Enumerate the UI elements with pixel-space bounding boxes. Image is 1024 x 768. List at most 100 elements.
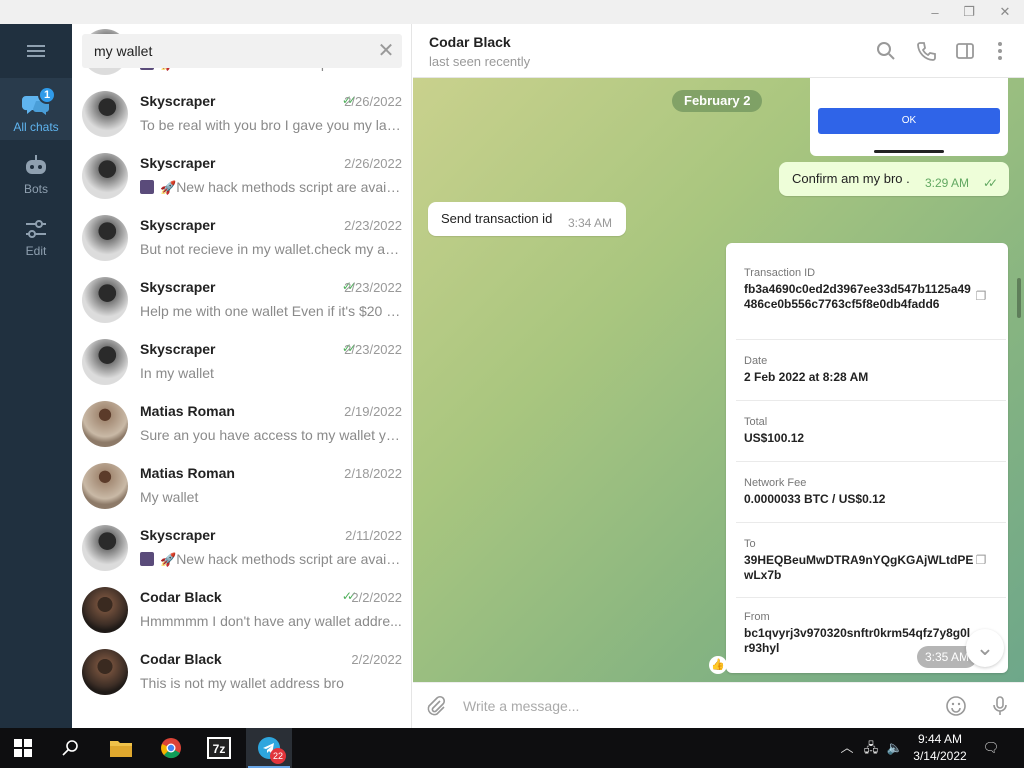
folder-all-chats[interactable]: 1 All chats xyxy=(0,78,72,140)
close-icon[interactable]: ✕ xyxy=(376,41,396,61)
avatar xyxy=(82,215,128,261)
message-area[interactable]: OK February 2 Confirm am my bro . 3:29 A… xyxy=(413,78,1024,682)
chrome-icon xyxy=(161,738,181,759)
chat-preview: This is not my wallet address bro xyxy=(140,675,402,691)
chat-list-item[interactable]: Skyscraper ✓✓ 2/26/2022 To be real with you… xyxy=(72,83,411,145)
restore-button[interactable]: ❐ xyxy=(952,0,986,24)
date-section: Date 2 Feb 2022 at 8:28 AM xyxy=(744,355,974,385)
transaction-id-value: fb3a4690c0ed2d3967ee33d547b1125a49486ce0… xyxy=(744,282,971,311)
chat-list-item[interactable]: Codar Black 2/2/2022 This is not my wallet… xyxy=(72,641,411,703)
chevron-up-icon[interactable]: ︿ xyxy=(838,738,856,758)
to-section: To 39HEQBeuMwDTRA9nYQgKGAjWLtdPEwLx7b xyxy=(744,538,974,583)
7zip-icon: 7z xyxy=(207,737,231,759)
minimize-button[interactable]: – xyxy=(918,0,952,24)
field-label: To xyxy=(744,538,756,550)
phone-icon[interactable] xyxy=(915,40,937,62)
taskbar-telegram[interactable]: 22 xyxy=(246,728,292,768)
to-address-value: 39HEQBeuMwDTRA9nYQgKGAjWLtdPEwLx7b xyxy=(744,553,974,582)
divider xyxy=(736,597,1006,598)
chat-preview-text: My wallet xyxy=(140,489,199,505)
chat-name: Skyscraper xyxy=(140,341,216,357)
emoji-icon[interactable] xyxy=(945,695,967,717)
scroll-down-button[interactable]: ⌄ xyxy=(966,629,1004,667)
chat-status: last seen recently xyxy=(429,54,531,69)
chat-list-item[interactable]: Skyscraper ✓✓ 2/23/2022 Help me with one wa… xyxy=(72,269,411,331)
folder-bots[interactable]: Bots xyxy=(0,140,72,202)
close-window-button[interactable]: ✕ xyxy=(988,0,1022,24)
rocket-icon: 🚀 xyxy=(160,552,177,567)
chat-date: 2/11/2022 xyxy=(345,528,402,543)
screenshot-image[interactable]: OK xyxy=(810,78,1008,156)
field-label: Total xyxy=(744,416,768,428)
chat-preview: Help me with one wallet Even if it's $20… xyxy=(140,303,402,319)
hamburger-icon xyxy=(27,45,45,57)
chat-name: Codar Black xyxy=(140,589,222,605)
chat-list-item[interactable]: Matias Roman 2/19/2022 Sure an you have ac… xyxy=(72,393,411,455)
message-time: 3:34 AM xyxy=(568,216,613,230)
outgoing-message[interactable]: Confirm am my bro . 3:29 AM ✓✓ xyxy=(779,162,1009,196)
divider xyxy=(736,339,1006,340)
chat-preview: 🚀New hack methods script are availa... xyxy=(140,179,402,196)
taskbar-7zip[interactable]: 7z xyxy=(196,728,242,768)
taskbar-file-explorer[interactable] xyxy=(98,728,144,768)
chat-preview-text: New hack methods script are availa... xyxy=(176,551,402,567)
chat-date: 2/18/2022 xyxy=(344,466,402,481)
incoming-message[interactable]: Send transaction id 3:34 AM xyxy=(428,202,626,236)
taskbar-search-button[interactable] xyxy=(48,728,94,768)
date-separator: February 2 xyxy=(672,90,763,112)
chat-list-item[interactable]: Skyscraper 2/11/2022 🚀New hack methods scr… xyxy=(72,517,411,579)
avatar xyxy=(82,525,128,571)
chat-list-item[interactable]: Skyscraper 2/23/2022 But not recieve in my… xyxy=(72,207,411,269)
divider xyxy=(736,400,1006,401)
chat-name: Matias Roman xyxy=(140,465,235,481)
attach-icon[interactable] xyxy=(425,695,447,717)
chat-name: Skyscraper xyxy=(140,527,216,543)
transaction-id-section: Transaction ID fb3a4690c0ed2d3967ee33d54… xyxy=(744,267,974,312)
chat-name: Skyscraper xyxy=(140,217,216,233)
taskbar-chrome[interactable] xyxy=(148,728,194,768)
svg-text:7z: 7z xyxy=(213,742,226,756)
main-menu-button[interactable] xyxy=(0,24,72,78)
telegram-window: – ❐ ✕ 1 All chats Bots Edit Skyscraper ✓… xyxy=(0,0,1024,768)
message-composer xyxy=(413,682,1024,728)
chat-date: 2/2/2022 xyxy=(351,652,402,667)
thumbs-up-reaction-icon[interactable]: 👍 xyxy=(709,656,727,674)
chat-date: 2/26/2022 xyxy=(344,156,402,171)
microphone-icon[interactable] xyxy=(989,695,1011,717)
avatar xyxy=(82,587,128,633)
search-input[interactable] xyxy=(94,34,364,68)
chat-date: 2/23/2022 xyxy=(344,280,402,295)
image-thumbnail-icon xyxy=(140,180,154,194)
chat-preview: But not recieve in my wallet.check my ad… xyxy=(140,241,402,257)
chat-preview: 🚀New hack methods script are availa... xyxy=(140,551,402,568)
search-icon[interactable] xyxy=(875,40,897,62)
chat-list-item[interactable]: Skyscraper ✓✓ 2/23/2022 In my wallet xyxy=(72,331,411,393)
chat-preview-text: In my wallet xyxy=(140,365,214,381)
chat-list-item[interactable]: Matias Roman 2/18/2022 My wallet xyxy=(72,455,411,517)
more-vertical-icon[interactable] xyxy=(989,40,1011,62)
folder-label: Bots xyxy=(23,182,48,196)
chat-scrollbar[interactable] xyxy=(1017,278,1021,318)
search-box: ✕ xyxy=(82,34,402,68)
chat-header: Codar Black last seen recently xyxy=(413,24,1024,78)
divider xyxy=(736,461,1006,462)
chat-name: Skyscraper xyxy=(140,93,216,109)
chat-list-item[interactable]: Codar Black ✓✓ 2/2/2022 Hmmmmm I don't have… xyxy=(72,579,411,641)
chat-preview: To be real with you bro I gave you my la… xyxy=(140,117,402,133)
chat-title[interactable]: Codar Black xyxy=(429,34,511,50)
chat-preview: Hmmmmm I don't have any wallet addre... xyxy=(140,613,402,629)
chat-date: 2/23/2022 xyxy=(344,218,402,233)
folder-label: Edit xyxy=(25,244,47,258)
chat-list-item[interactable]: Skyscraper 2/26/2022 🚀New hack methods scr… xyxy=(72,145,411,207)
start-button[interactable] xyxy=(0,728,46,768)
transaction-screenshot[interactable]: Transaction ID fb3a4690c0ed2d3967ee33d54… xyxy=(726,243,1008,673)
sidebar-toggle-icon[interactable] xyxy=(954,40,976,62)
notifications-icon[interactable]: 🗨 xyxy=(982,738,1000,758)
network-icon[interactable]: 🖧 xyxy=(862,738,880,758)
windows-taskbar: 7z 22 ︿ 🖧 🔈 9:44 AM 3/14/2022 🗨 xyxy=(0,728,1024,768)
message-input[interactable] xyxy=(463,695,933,717)
avatar xyxy=(82,463,128,509)
system-clock[interactable]: 9:44 AM 3/14/2022 xyxy=(900,731,980,765)
folder-edit[interactable]: Edit xyxy=(0,202,72,264)
chat-list-panel: 🚀New hack methods script are availa...Sk… xyxy=(72,24,412,728)
